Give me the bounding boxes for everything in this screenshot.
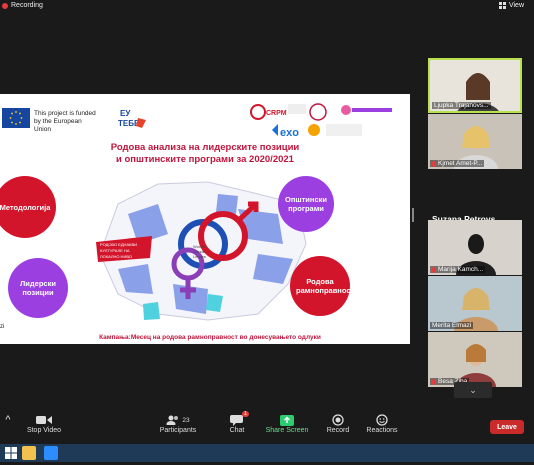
muted-mic-icon: [432, 266, 436, 273]
chevron-down-icon: ⌄: [469, 384, 477, 395]
audio-options-button[interactable]: ^: [0, 413, 16, 427]
reactions-button[interactable]: Reactions: [364, 413, 400, 434]
record-label: Record: [326, 427, 350, 434]
stop-video-label: Stop Video: [26, 427, 62, 434]
stop-video-button[interactable]: Stop Video: [22, 413, 66, 434]
eu-funding-text: This project is funded by the European U…: [34, 110, 96, 133]
bubble-municipal-programs-label: Општински програми: [285, 195, 327, 213]
leave-button[interactable]: Leave: [490, 420, 524, 434]
participant-tile[interactable]: Kjmet Amet-P...: [428, 114, 522, 169]
windows-start-icon[interactable]: [4, 446, 18, 460]
file-explorer-icon[interactable]: [22, 446, 36, 460]
scroll-down-button[interactable]: ⌄: [454, 382, 492, 398]
meeting-topbar: Recording View: [0, 0, 534, 14]
participant-name: Merita Elmazi: [430, 322, 474, 329]
recording-indicator[interactable]: Recording: [2, 2, 43, 9]
slide-side-label: zi: [0, 324, 5, 330]
record-dot-icon: [2, 2, 8, 9]
svg-text:ЛОКАЛНО НИВО: ЛОКАЛНО НИВО: [100, 254, 132, 259]
chat-bubble-icon: 1: [220, 411, 254, 427]
view-button[interactable]: View: [498, 2, 524, 9]
slide-title-line2: и општинските програми за 2020/2021: [116, 154, 294, 165]
chat-label: Chat: [229, 427, 245, 434]
bubble-leadership-positions: Лидерски позиции: [8, 258, 68, 318]
bubble-gender-equality: Родова рамноправност: [290, 256, 355, 316]
participant-tile[interactable]: Besa Ziba: [428, 332, 522, 387]
shared-screen: This project is funded by the European U…: [0, 94, 410, 344]
share-screen-label: Share Screen: [265, 427, 309, 434]
participants-icon: 23: [156, 413, 200, 427]
campaign-banner: РОДОВО ЕДНАКВИ КУЛТУРАЛЕ НА ЛОКАЛНО НИВО: [96, 236, 152, 262]
svg-text:КУЛТУРАЛЕ НА: КУЛТУРАЛЕ НА: [100, 248, 130, 253]
participant-name: Ljupka Trajanovs...: [432, 102, 491, 109]
grid-view-icon: [498, 2, 506, 9]
bubble-methodology-label: Методологија: [0, 202, 51, 212]
meeting-toolbar: ^ Stop Video 23 Participants 1 Chat Shar…: [0, 410, 534, 442]
participant-tile[interactable]: Ljupka Trajanovs...: [428, 58, 522, 113]
svg-text:ЕУ: ЕУ: [120, 109, 131, 118]
svg-text:Lenses: Lenses: [193, 254, 206, 259]
campaign-text: Кампања:Месец на родова рамноправност во…: [99, 334, 321, 341]
bubble-gender-equality-label: Родова рамноправност: [296, 277, 355, 295]
eu-flag-logo: [2, 108, 30, 128]
bubble-methodology: Методологија: [0, 176, 56, 238]
svg-text:exo: exo: [280, 127, 299, 139]
bubble-leadership-positions-label: Лидерски позиции: [20, 279, 56, 297]
participant-name: Kjmet Amet-P...: [430, 160, 485, 167]
participant-tile[interactable]: [428, 170, 522, 216]
svg-text:РОДОВО ЕДНАКВИ: РОДОВО ЕДНАКВИ: [100, 242, 137, 247]
zoom-app-icon[interactable]: [44, 446, 58, 460]
participants-button[interactable]: 23 Participants: [156, 413, 200, 434]
share-screen-icon: [262, 413, 312, 427]
partner-logos: CRPM exo: [250, 103, 392, 139]
video-camera-icon: [22, 413, 66, 427]
panel-resize-handle[interactable]: [412, 208, 414, 222]
slide-title-line1: Родова анализа на лидерските позиции: [110, 142, 300, 153]
record-button[interactable]: Record: [322, 413, 354, 434]
participant-tile[interactable]: Merita Elmazi: [428, 276, 522, 331]
participant-name: Marija Kamch...: [430, 266, 486, 273]
share-screen-button[interactable]: Share Screen: [262, 413, 312, 434]
participants-count: 23: [182, 416, 190, 424]
bubble-municipal-programs: Општински програми: [278, 176, 334, 232]
slide-title: Родова анализа на лидерските позиции и о…: [80, 142, 330, 166]
chat-badge: 1: [242, 411, 250, 417]
view-label: View: [508, 2, 524, 9]
recording-label: Recording: [11, 2, 43, 9]
muted-mic-icon: [432, 378, 436, 385]
chevron-up-icon: ^: [5, 414, 11, 426]
participant-tile[interactable]: Marija Kamch...: [428, 220, 522, 275]
svg-text:CRPM: CRPM: [266, 110, 287, 117]
record-icon: [322, 413, 354, 427]
os-taskbar: [0, 444, 534, 462]
participants-label: Participants: [159, 427, 197, 434]
reactions-smiley-icon: [364, 413, 400, 427]
chat-button[interactable]: 1 Chat: [220, 411, 254, 434]
eu-tebe-logo: ЕУ ТЕБЕ: [118, 109, 146, 128]
muted-mic-icon: [432, 160, 436, 167]
reactions-label: Reactions: [366, 427, 398, 434]
